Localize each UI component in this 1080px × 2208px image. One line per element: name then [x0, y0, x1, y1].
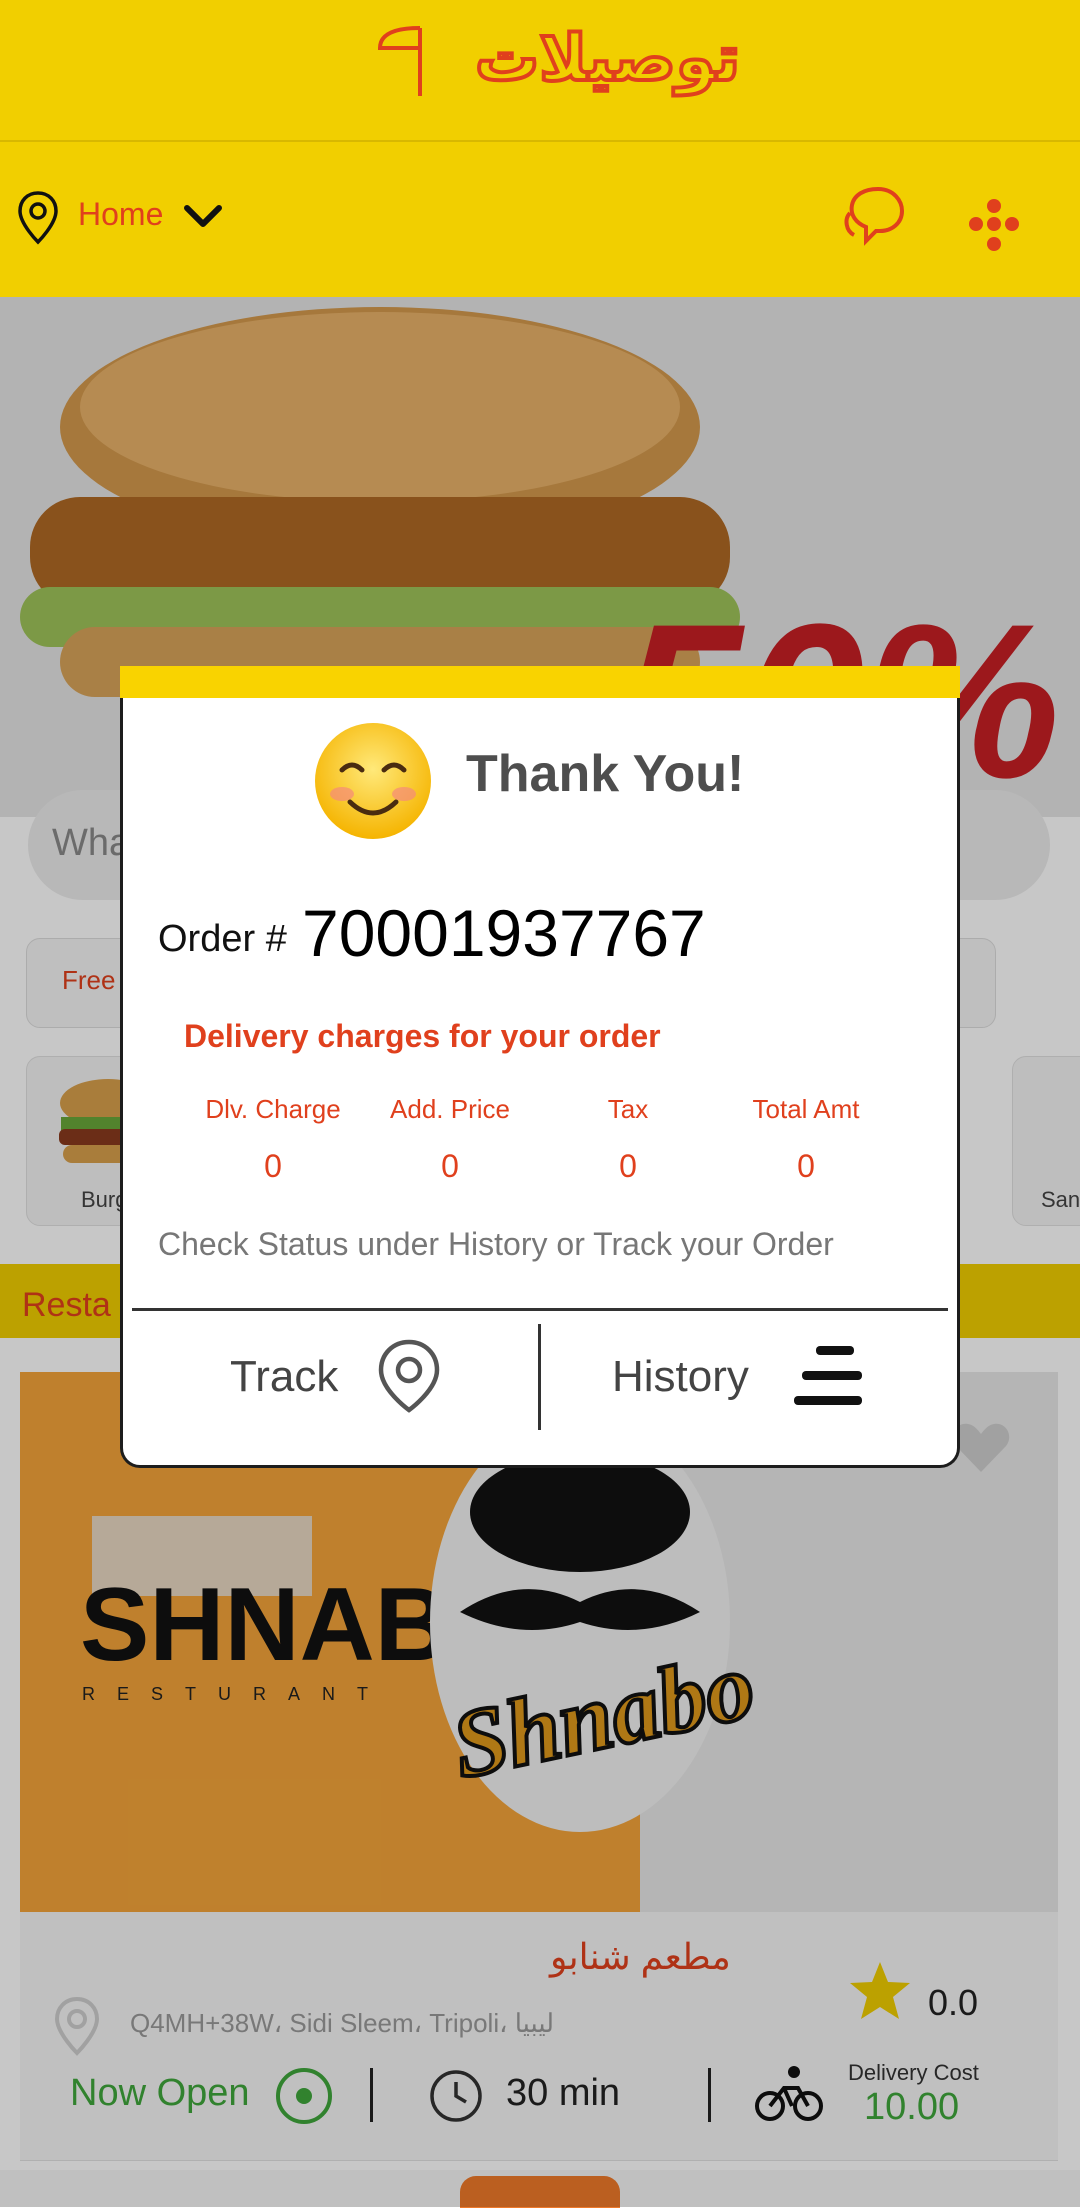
smiley-icon — [315, 723, 431, 839]
history-button-label[interactable]: History — [612, 1352, 749, 1402]
location-pin-icon[interactable] — [16, 190, 60, 246]
dialog-divider — [132, 1308, 948, 1311]
order-number-label: Order # — [158, 918, 287, 960]
charges-title: Delivery charges for your order — [184, 1018, 661, 1054]
fee-value-delivery: 0 — [264, 1148, 282, 1184]
location-pin-icon[interactable] — [376, 1338, 442, 1414]
svg-text:توصيلات: توصيلات — [475, 22, 740, 96]
dialog-title: Thank You! — [466, 745, 745, 803]
order-number: 70001937767 — [302, 896, 706, 970]
chevron-down-icon[interactable] — [184, 205, 222, 229]
track-button-label[interactable]: Track — [230, 1352, 338, 1402]
app-logo: توصيلات — [377, 20, 742, 98]
status-hint: Check Status under History or Track your… — [158, 1226, 834, 1262]
dialog-top-bar — [120, 666, 960, 698]
fee-label-tax: Tax — [607, 1094, 649, 1124]
chat-icon[interactable] — [840, 183, 906, 249]
menu-dots-icon[interactable] — [958, 196, 1030, 262]
fee-value-additional: 0 — [441, 1148, 459, 1184]
history-list-icon[interactable] — [792, 1340, 864, 1412]
fee-value-total: 0 — [797, 1148, 815, 1184]
button-divider — [538, 1324, 541, 1430]
fee-label-delivery: Dlv. Charge — [205, 1094, 341, 1124]
fee-label-additional: Add. Price — [390, 1094, 510, 1124]
location-label[interactable]: Home — [78, 196, 163, 233]
fee-value-tax: 0 — [619, 1148, 637, 1184]
fee-label-total: Total Amt — [752, 1094, 860, 1124]
